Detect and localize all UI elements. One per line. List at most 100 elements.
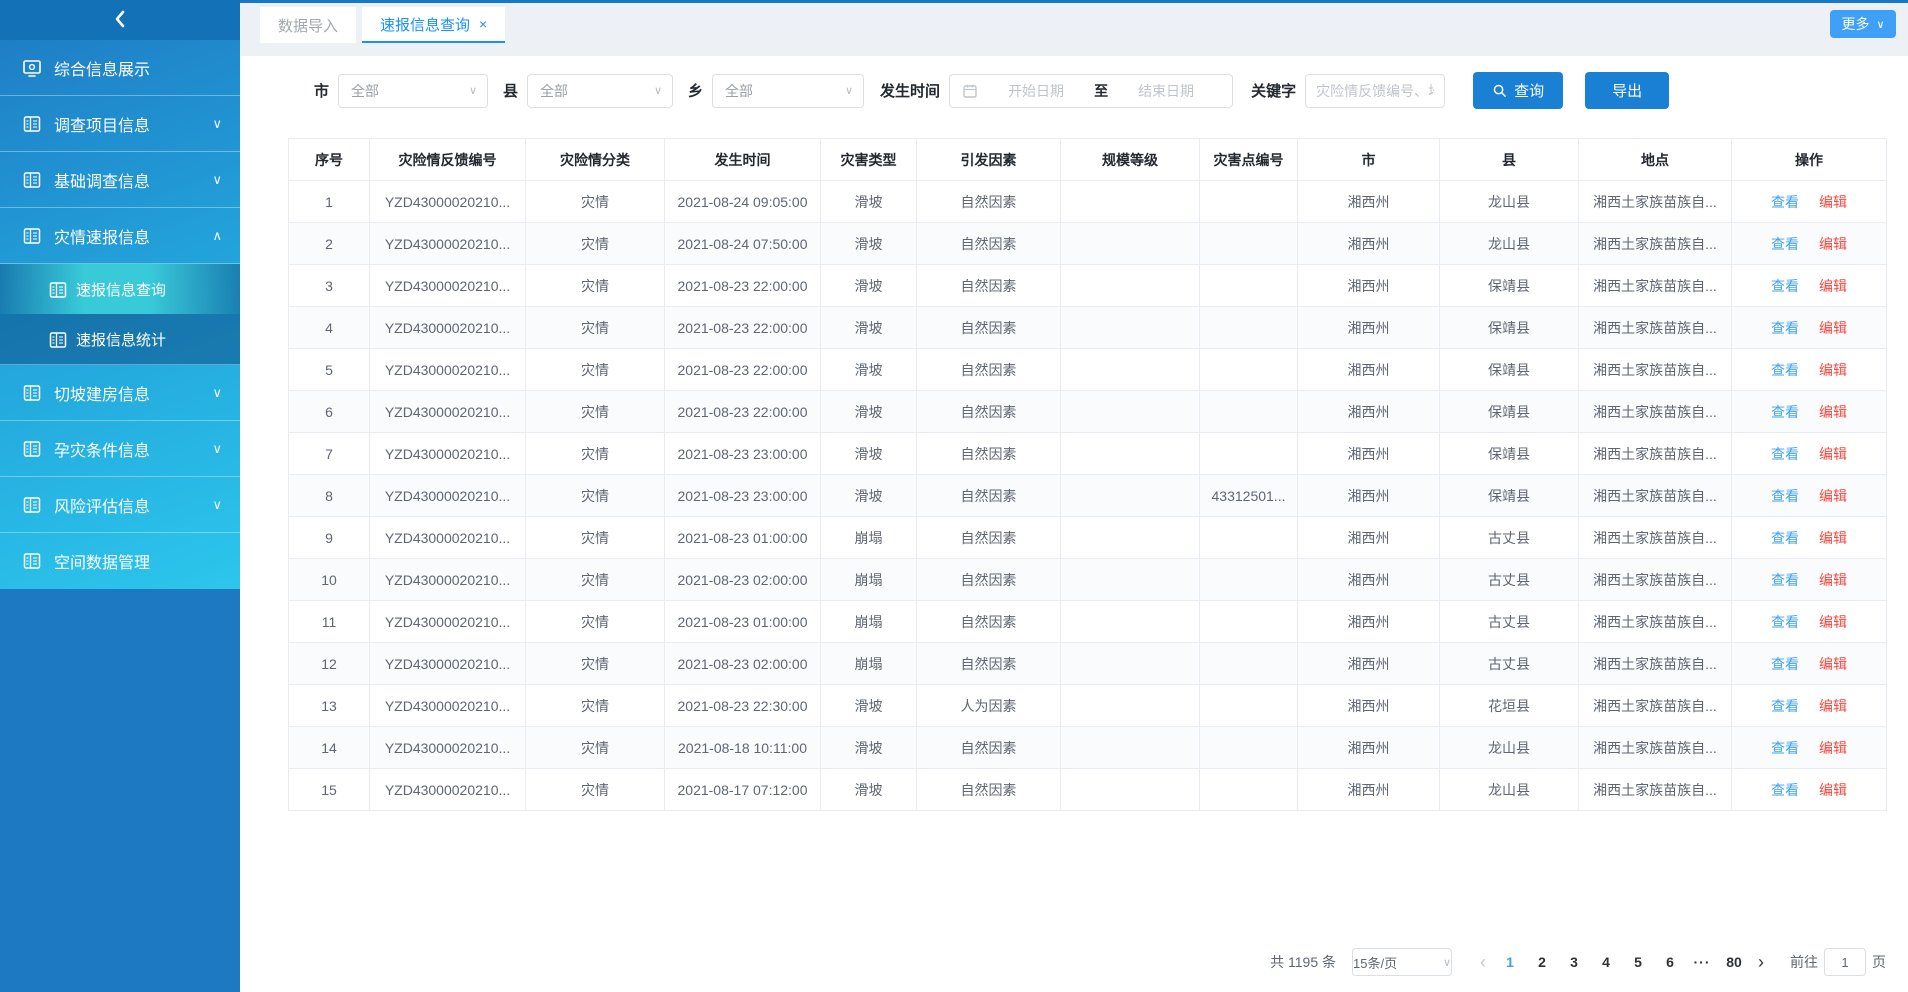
page-button-2[interactable]: 2 bbox=[1527, 954, 1557, 970]
view-link[interactable]: 查看 bbox=[1771, 656, 1799, 672]
sidebar-subitem-label: 速报信息查询 bbox=[76, 279, 166, 300]
sidebar-subitem-2[interactable]: 速报信息统计 bbox=[0, 314, 240, 364]
cell-county: 保靖县 bbox=[1440, 307, 1579, 349]
search-button[interactable]: 查询 bbox=[1473, 72, 1563, 109]
edit-link[interactable]: 编辑 bbox=[1819, 278, 1847, 294]
cell-scale bbox=[1061, 181, 1200, 223]
sidebar-subitem-1[interactable]: 速报信息查询 bbox=[0, 264, 240, 314]
cell-point bbox=[1200, 433, 1298, 475]
table-icon bbox=[22, 170, 42, 190]
cell-code: YZD43000020210... bbox=[370, 265, 526, 307]
edit-link[interactable]: 编辑 bbox=[1819, 362, 1847, 378]
column-header-4: 发生时间 bbox=[665, 139, 821, 181]
prev-page-button[interactable]: ‹ bbox=[1480, 952, 1486, 973]
view-link[interactable]: 查看 bbox=[1771, 404, 1799, 420]
sidebar-item-8[interactable]: 空间数据管理 bbox=[0, 533, 240, 589]
goto-page-input[interactable] bbox=[1824, 948, 1866, 976]
cell-point bbox=[1200, 643, 1298, 685]
sidebar-item-5[interactable]: 切坡建房信息∨ bbox=[0, 365, 240, 421]
sidebar-item-label: 切坡建房信息 bbox=[54, 381, 150, 405]
cell-type: 滑坡 bbox=[821, 265, 917, 307]
view-link[interactable]: 查看 bbox=[1771, 446, 1799, 462]
view-link[interactable]: 查看 bbox=[1771, 320, 1799, 336]
cell-time: 2021-08-23 22:00:00 bbox=[665, 349, 821, 391]
cell-time: 2021-08-23 22:00:00 bbox=[665, 391, 821, 433]
date-range-picker[interactable]: 开始日期 至 结束日期 bbox=[949, 74, 1233, 108]
cell-type: 滑坡 bbox=[821, 391, 917, 433]
page-size-select[interactable]: 15条/页 ∨ bbox=[1352, 948, 1452, 976]
cell-county: 龙山县 bbox=[1440, 727, 1579, 769]
view-link[interactable]: 查看 bbox=[1771, 530, 1799, 546]
view-link[interactable]: 查看 bbox=[1771, 740, 1799, 756]
edit-link[interactable]: 编辑 bbox=[1819, 194, 1847, 210]
county-select[interactable]: 全部 ∨ bbox=[527, 74, 673, 108]
cell-cause: 自然因素 bbox=[917, 265, 1061, 307]
cell-cause: 自然因素 bbox=[917, 181, 1061, 223]
cell-time: 2021-08-23 01:00:00 bbox=[665, 601, 821, 643]
cell-operations: 查看 编辑 bbox=[1732, 475, 1887, 517]
view-link[interactable]: 查看 bbox=[1771, 194, 1799, 210]
view-link[interactable]: 查看 bbox=[1771, 236, 1799, 252]
city-select[interactable]: 全部 ∨ bbox=[338, 74, 488, 108]
edit-link[interactable]: 编辑 bbox=[1819, 614, 1847, 630]
view-link[interactable]: 查看 bbox=[1771, 614, 1799, 630]
edit-link[interactable]: 编辑 bbox=[1819, 740, 1847, 756]
chevron-down-icon: ∨ bbox=[212, 441, 222, 457]
table-row: 5YZD43000020210...灾情2021-08-23 22:00:00滑… bbox=[289, 349, 1887, 391]
sidebar-item-4[interactable]: 灾情速报信息∧ bbox=[0, 208, 240, 264]
edit-link[interactable]: 编辑 bbox=[1819, 782, 1847, 798]
table-icon bbox=[48, 330, 66, 348]
page-button-3[interactable]: 3 bbox=[1559, 954, 1589, 970]
export-button[interactable]: 导出 bbox=[1585, 72, 1669, 109]
page-button-6[interactable]: 6 bbox=[1655, 954, 1685, 970]
view-link[interactable]: 查看 bbox=[1771, 488, 1799, 504]
edit-link[interactable]: 编辑 bbox=[1819, 236, 1847, 252]
tab-report-query[interactable]: 速报信息查询 × bbox=[362, 7, 505, 43]
column-header-1: 序号 bbox=[289, 139, 370, 181]
cell-city: 湘西州 bbox=[1298, 475, 1440, 517]
edit-link[interactable]: 编辑 bbox=[1819, 320, 1847, 336]
edit-link[interactable]: 编辑 bbox=[1819, 404, 1847, 420]
cell-code: YZD43000020210... bbox=[370, 433, 526, 475]
city-label: 市 bbox=[314, 80, 329, 101]
more-button[interactable]: 更多 ∨ bbox=[1830, 10, 1896, 38]
cell-time: 2021-08-23 22:00:00 bbox=[665, 307, 821, 349]
sidebar-item-7[interactable]: 风险评估信息∨ bbox=[0, 477, 240, 533]
page-button-80[interactable]: 80 bbox=[1719, 954, 1749, 970]
view-link[interactable]: 查看 bbox=[1771, 698, 1799, 714]
edit-link[interactable]: 编辑 bbox=[1819, 656, 1847, 672]
sidebar-item-2[interactable]: 调查项目信息∨ bbox=[0, 96, 240, 152]
app-window: 综合信息展示调查项目信息∨基础调查信息∨灾情速报信息∧速报信息查询速报信息统计切… bbox=[0, 0, 1908, 992]
town-select[interactable]: 全部 ∨ bbox=[712, 74, 864, 108]
page-button-1[interactable]: 1 bbox=[1495, 954, 1525, 970]
tab-data-import[interactable]: 数据导入 bbox=[260, 7, 356, 43]
view-link[interactable]: 查看 bbox=[1771, 362, 1799, 378]
cell-scale bbox=[1061, 559, 1200, 601]
content-panel: 市 全部 ∨ 县 全部 ∨ 乡 全部 ∨ 发生时间 bbox=[240, 56, 1908, 992]
view-link[interactable]: 查看 bbox=[1771, 572, 1799, 588]
cell-place: 湘西土家族苗族自... bbox=[1579, 601, 1732, 643]
edit-link[interactable]: 编辑 bbox=[1819, 572, 1847, 588]
view-link[interactable]: 查看 bbox=[1771, 782, 1799, 798]
sidebar-item-3[interactable]: 基础调查信息∨ bbox=[0, 152, 240, 208]
sidebar-item-1[interactable]: 综合信息展示 bbox=[0, 40, 240, 96]
edit-link[interactable]: 编辑 bbox=[1819, 446, 1847, 462]
sidebar-item-6[interactable]: 孕灾条件信息∨ bbox=[0, 421, 240, 477]
search-button-label: 查询 bbox=[1514, 80, 1544, 101]
edit-link[interactable]: 编辑 bbox=[1819, 488, 1847, 504]
page-button-5[interactable]: 5 bbox=[1623, 954, 1653, 970]
chevron-down-icon: ∨ bbox=[654, 84, 662, 97]
filter-bar: 市 全部 ∨ 县 全部 ∨ 乡 全部 ∨ 发生时间 bbox=[240, 56, 1908, 138]
keyword-input[interactable] bbox=[1305, 74, 1445, 108]
table-row: 9YZD43000020210...灾情2021-08-23 01:00:00崩… bbox=[289, 517, 1887, 559]
edit-link[interactable]: 编辑 bbox=[1819, 698, 1847, 714]
sidebar-collapse-button[interactable] bbox=[0, 0, 240, 40]
page-button-4[interactable]: 4 bbox=[1591, 954, 1621, 970]
close-icon[interactable]: × bbox=[479, 16, 487, 32]
next-page-button[interactable]: › bbox=[1758, 952, 1764, 973]
date-to-label: 至 bbox=[1094, 81, 1108, 101]
cell-category: 灾情 bbox=[526, 517, 665, 559]
cell-type: 崩塌 bbox=[821, 517, 917, 559]
edit-link[interactable]: 编辑 bbox=[1819, 530, 1847, 546]
view-link[interactable]: 查看 bbox=[1771, 278, 1799, 294]
